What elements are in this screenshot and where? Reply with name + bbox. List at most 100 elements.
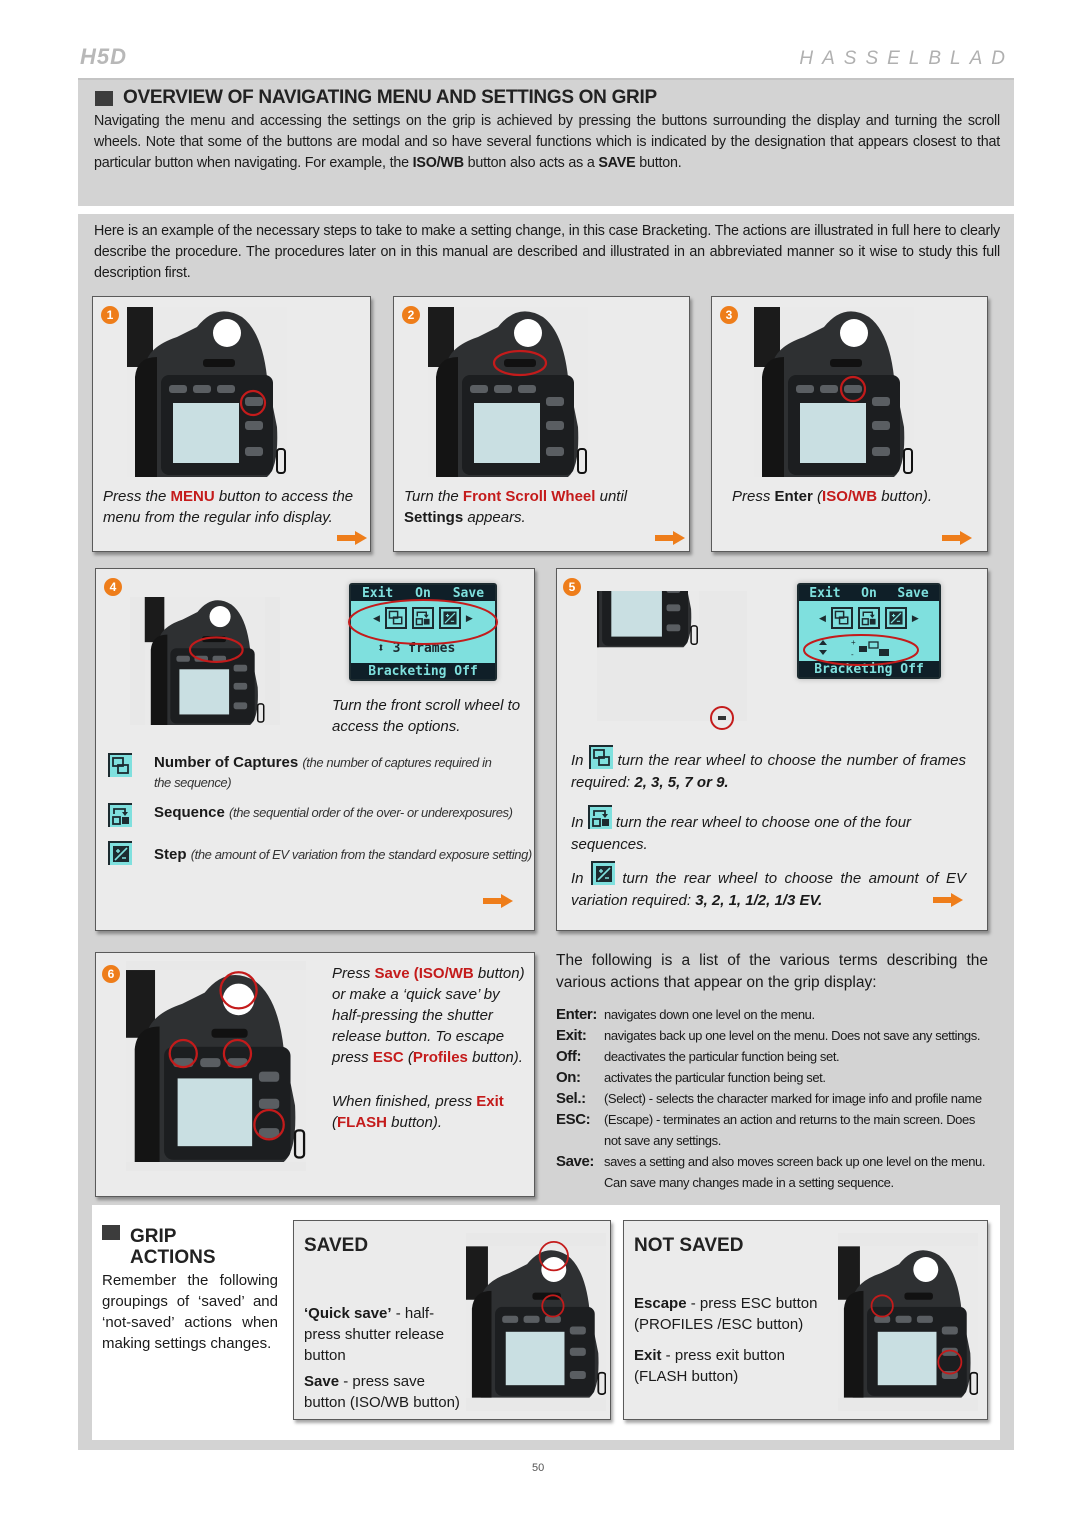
term-sel: Sel.: (Select) - selects the character ma… [556, 1088, 988, 1109]
camera-grip-image [126, 961, 306, 1171]
caption-text: button). [387, 1114, 443, 1131]
model-logo: H5D [80, 44, 128, 69]
term-on: On: activates the particular function bei… [556, 1067, 988, 1088]
grip-actions-heading: GRIP ACTIONS [102, 1225, 216, 1268]
brand-logo: HASSELBLAD [799, 48, 1014, 69]
next-arrow-icon [483, 894, 513, 908]
caption-text: Turn the [404, 488, 463, 505]
lcd-on-label: On [861, 585, 877, 601]
term-key: Exit: [556, 1027, 587, 1044]
exit-highlight: Exit [476, 1093, 504, 1110]
saved-panel: SAVED ‘Quick save’ - half-press shutter … [293, 1220, 611, 1420]
caption-text: Press the [103, 488, 171, 505]
step-3-panel: 3 Press Enter (ISO/WB button). [711, 296, 988, 552]
step-6-panel: 6 Press Save (ISO/WB button) or make a ‘… [95, 952, 535, 1197]
overview-text-part: button. [635, 155, 682, 171]
overview-text: Navigating the menu and accessing the se… [94, 111, 1000, 174]
camera-grip-image [838, 1233, 978, 1411]
section-bullet-icon [102, 1225, 120, 1240]
item-text: turn the rear wheel to choose the number… [571, 752, 966, 791]
escape-item: Escape - press ESC button (PROFILES /ESC… [634, 1293, 834, 1335]
camera-grip-image [466, 1233, 606, 1411]
term-desc: (Select) - selects the character marked … [604, 1091, 982, 1106]
option-label: Sequence [154, 804, 225, 821]
step-number-badge: 2 [402, 306, 420, 324]
lcd-option-icons: ◀ ▶ [819, 607, 919, 629]
next-arrow-icon [933, 893, 963, 907]
camera-grip-image [127, 307, 287, 477]
option-text: Number of Captures (the number of captur… [154, 753, 504, 793]
isowb-highlight: (ISO/WB [409, 965, 474, 982]
caption-text: Press [332, 965, 375, 982]
sequence-icon [108, 803, 132, 827]
exit-label: Exit [634, 1347, 662, 1364]
flash-highlight: FLASH [337, 1114, 387, 1131]
section-bullet-icon [95, 90, 113, 106]
quick-save-item: ‘Quick save’ - half-press shutter releas… [304, 1303, 464, 1366]
term-off: Off: deactivates the particular function … [556, 1046, 988, 1067]
quick-save-label: ‘Quick save’ [304, 1305, 392, 1322]
term-save: Save: saves a setting and also moves scre… [556, 1151, 988, 1193]
caption-text: Press [732, 488, 775, 505]
number-of-captures-icon [830, 607, 853, 629]
lcd-exit-label: Exit [809, 585, 841, 601]
term-esc: ESC: (Escape) - terminates an action and … [556, 1109, 988, 1151]
option-text: Sequence (the sequential order of the ov… [154, 803, 544, 823]
overview-text-part: button also acts as a [463, 155, 599, 171]
save-highlight: Save [374, 965, 410, 982]
lcd-save-label: Save [897, 585, 929, 601]
camera-grip-image [754, 307, 914, 477]
step-1-panel: 1 Press the MENU button to access the me… [92, 296, 371, 552]
item-text: turn the rear wheel to choose one of the… [571, 814, 912, 853]
step-5-panel: 5 Exit On Save ◀ ▶ + - Bracketing Off In… [556, 568, 988, 931]
camera-grip-image [428, 307, 588, 477]
step-icon [884, 607, 907, 629]
step-number-badge: 6 [102, 965, 120, 983]
step-4-caption: Turn the front scroll wheel to access th… [332, 697, 521, 735]
step-icon [590, 861, 615, 885]
step-2-panel: 2 Turn the Front Scroll Wheel until Sett… [393, 296, 690, 552]
exit-item: Exit - press exit button (FLASH button) [634, 1345, 834, 1387]
step-number-badge: 4 [104, 578, 122, 596]
sequence-icon [857, 607, 880, 629]
isowb-term: ISO/WB [412, 155, 464, 171]
camera-grip-image [130, 597, 280, 725]
option-text: Step (the amount of EV variation from th… [154, 845, 544, 865]
term-exit: Exit: navigates back up one level on the … [556, 1025, 988, 1046]
step-number-badge: 3 [720, 306, 738, 324]
in-label: In [571, 870, 584, 887]
term-key: ESC: [556, 1111, 591, 1128]
lcd-top-bar: Exit On Save [799, 585, 939, 601]
term-desc: deactivates the particular function bein… [604, 1049, 840, 1064]
lcd-status-bar: Bracketing Off [351, 663, 495, 679]
term-desc: navigates down one level on the menu. [604, 1007, 815, 1022]
right-arrow-icon: ▶ [911, 612, 919, 623]
step-1-caption: Press the MENU button to access the menu… [103, 486, 363, 528]
enter-term: Enter [774, 488, 813, 505]
in-label: In [571, 814, 584, 831]
overview-heading: OVERVIEW OF NAVIGATING MENU AND SETTINGS… [95, 87, 657, 109]
isowb-highlight: ISO/WB [822, 488, 878, 505]
overview-section: OVERVIEW OF NAVIGATING MENU AND SETTINGS… [78, 78, 1014, 206]
saved-title: SAVED [304, 1235, 369, 1256]
term-key: Off: [556, 1048, 582, 1065]
next-arrow-icon [337, 531, 367, 545]
step-2-caption: Turn the Front Scroll Wheel until Settin… [404, 486, 684, 528]
term-key: On: [556, 1069, 581, 1086]
settings-term: Settings [404, 509, 464, 526]
highlight-ellipse [803, 634, 919, 666]
grip-actions-text: Remember the following groupings of ‘sav… [102, 1272, 278, 1352]
option-desc: (the amount of EV variation from the sta… [190, 847, 533, 862]
example-intro-text: Here is an example of the necessary step… [94, 223, 1000, 281]
step-icon [108, 841, 132, 865]
ev-options: 3, 2, 1, 1/2, 1/3 EV. [695, 892, 823, 909]
front-scroll-wheel-highlight: Front Scroll Wheel [462, 488, 596, 505]
grip-title-line2: ACTIONS [130, 1247, 216, 1268]
term-key: Sel.: [556, 1090, 586, 1107]
frames-options: 2, 3, 5, 7 or 9. [634, 774, 729, 791]
in-label: In [571, 752, 584, 769]
terms-intro: The following is a list of the various t… [556, 952, 988, 991]
next-arrow-icon [655, 531, 685, 545]
step-6-caption: Press Save (ISO/WB button) or make a ‘qu… [332, 963, 527, 1068]
terms-list: Enter: navigates down one level on the me… [556, 1004, 988, 1193]
